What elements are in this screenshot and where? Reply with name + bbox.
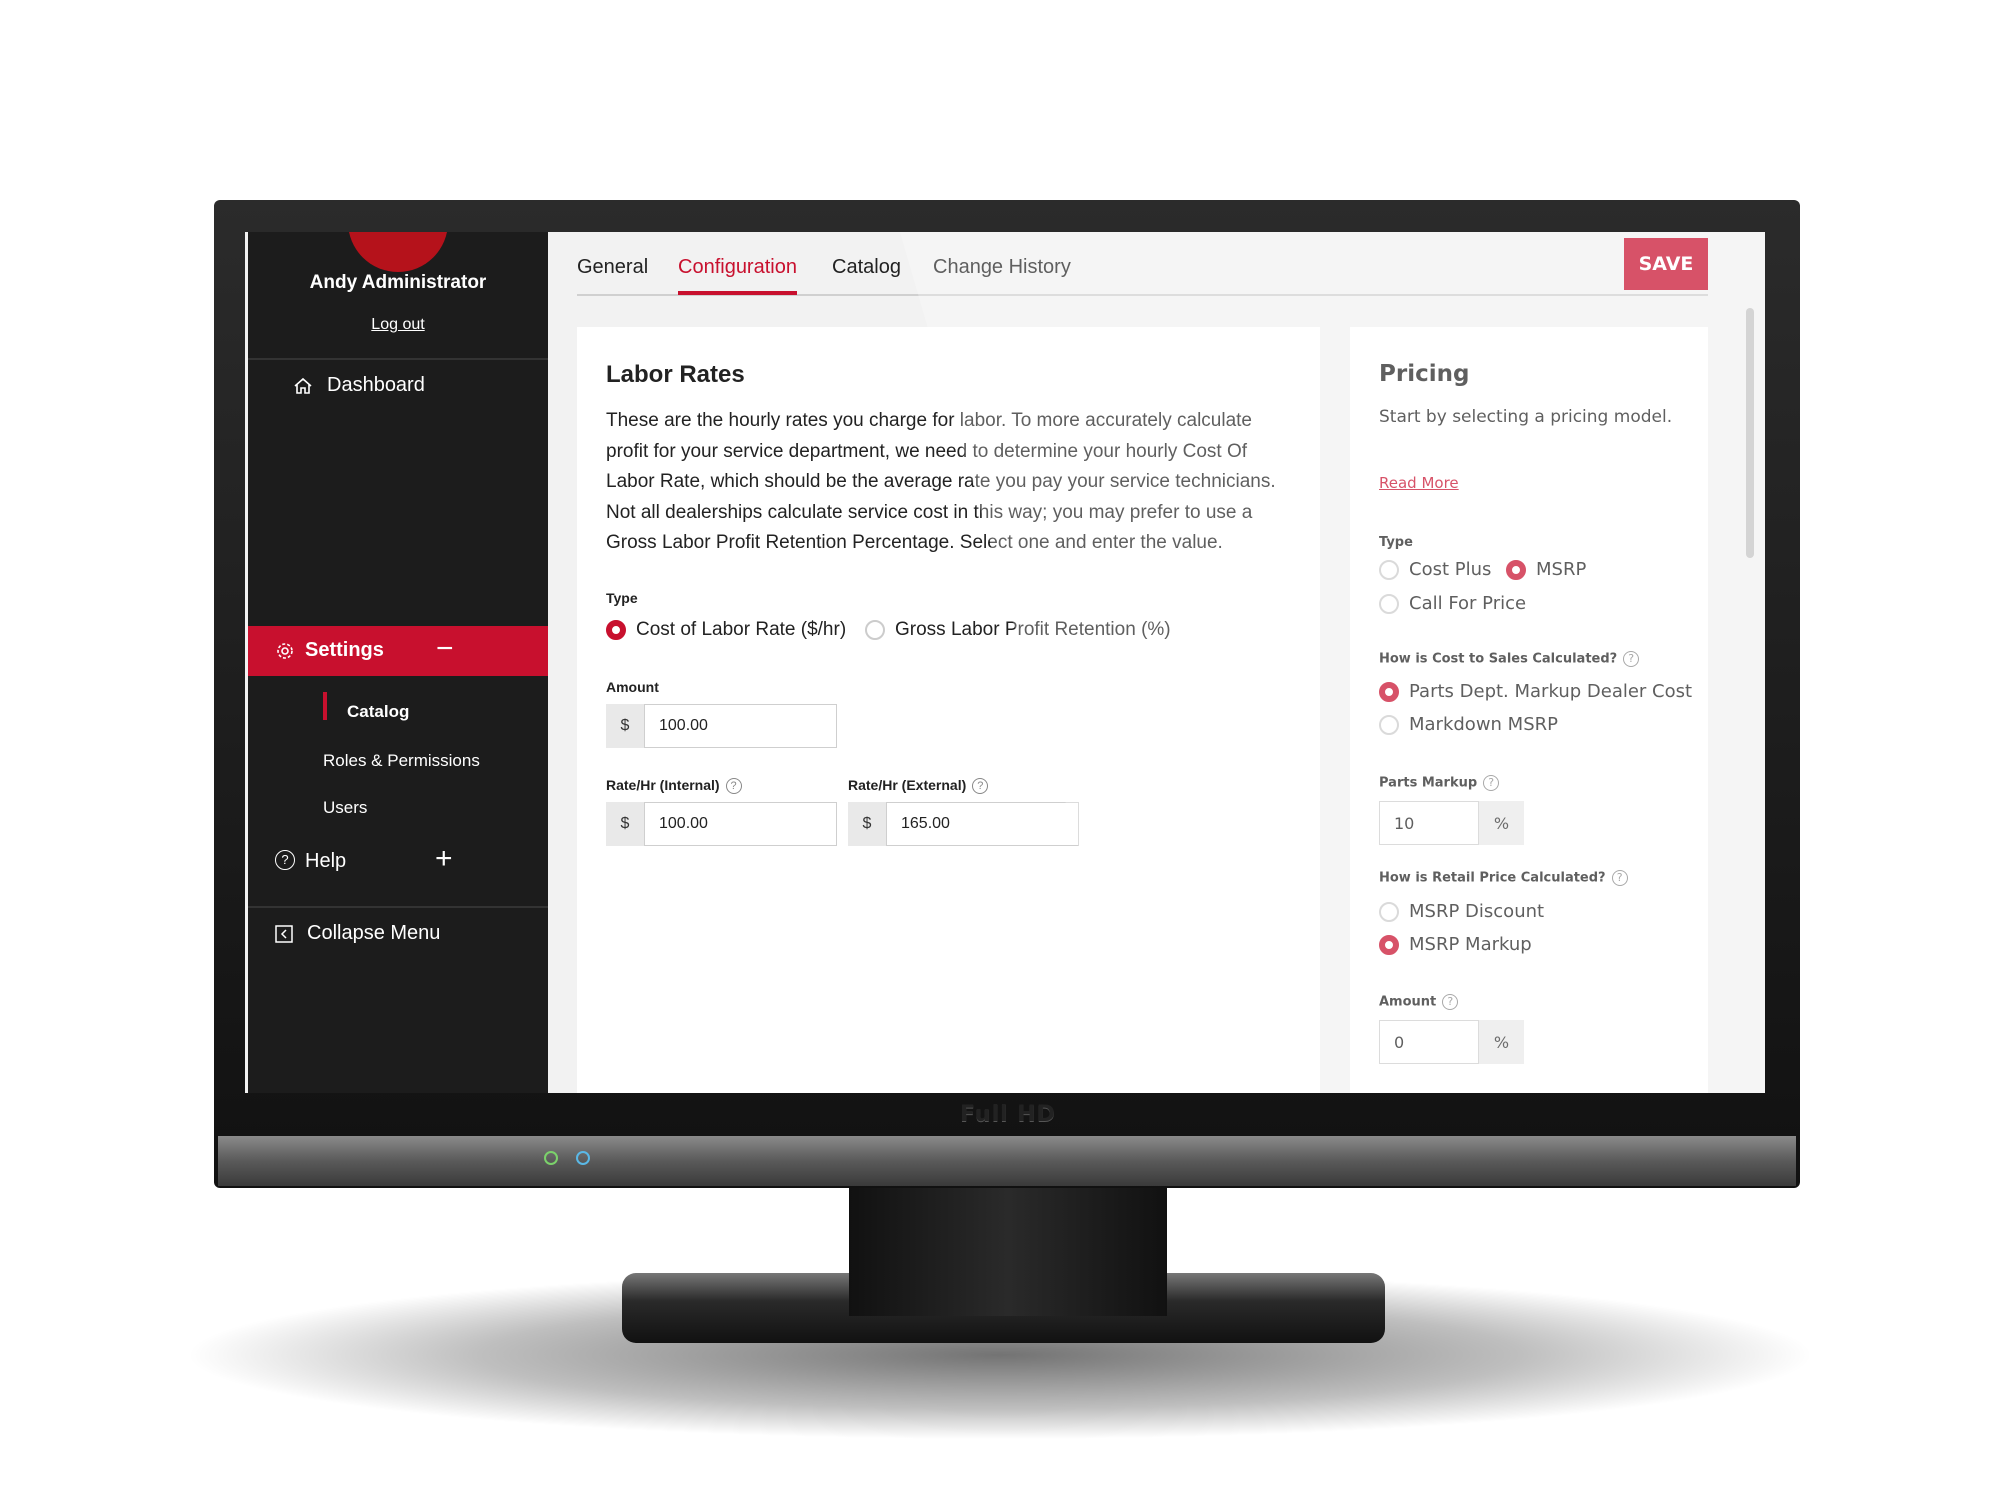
divider <box>248 906 548 908</box>
amount-label: Amount <box>606 679 659 695</box>
avatar[interactable] <box>348 232 448 272</box>
sidebar-item-label: Settings <box>305 639 384 661</box>
radio-cost-of-labor[interactable]: Cost of Labor Rate ($/hr) <box>606 619 846 641</box>
sidebar-item-label: Dashboard <box>327 374 425 396</box>
radio-label: Cost of Labor Rate ($/hr) <box>636 619 847 640</box>
amount-input[interactable]: 100.00 <box>644 704 837 748</box>
gear-icon <box>277 643 293 659</box>
currency-prefix: $ <box>848 802 886 846</box>
sidebar-subitem-users[interactable]: Users <box>323 798 367 818</box>
logout-link[interactable]: Log out <box>248 316 548 334</box>
monitor-neck <box>849 1186 1167 1316</box>
tab-configuration[interactable]: Configuration <box>678 256 797 295</box>
help-icon: ? <box>275 850 295 870</box>
collapse-settings-icon[interactable]: − <box>436 632 454 666</box>
collapse-menu-button[interactable]: Collapse Menu <box>275 922 440 945</box>
power-button-icon[interactable] <box>576 1151 590 1165</box>
monitor-chin <box>218 1136 1796 1186</box>
sidebar-subitem-catalog[interactable]: Catalog <box>347 702 409 722</box>
sidebar-item-help[interactable]: ? Help + <box>275 842 535 878</box>
currency-prefix: $ <box>606 802 644 846</box>
currency-prefix: $ <box>606 704 644 748</box>
sidebar-item-dashboard[interactable]: Dashboard <box>293 374 425 397</box>
tab-catalog[interactable]: Catalog <box>832 256 901 279</box>
sidebar-item-label: Help <box>305 850 347 872</box>
help-icon[interactable]: ? <box>972 778 989 795</box>
label-text: Rate/Hr (Internal) <box>606 777 720 793</box>
label-text: Rate/Hr (External) <box>848 777 967 793</box>
radio-icon <box>865 620 885 640</box>
radio-icon <box>606 620 626 640</box>
expand-help-icon[interactable]: + <box>435 842 453 876</box>
external-rate-input[interactable]: 165.00 <box>886 802 1079 846</box>
internal-rate-label: Rate/Hr (Internal)? <box>606 777 742 795</box>
active-indicator <box>323 692 327 720</box>
screen: Andy Administrator Log out Dashboard Set… <box>245 232 1765 1093</box>
home-icon <box>294 377 312 394</box>
sidebar: Andy Administrator Log out Dashboard Set… <box>248 232 548 1093</box>
help-icon[interactable]: ? <box>725 778 742 795</box>
external-rate-label: Rate/Hr (External)? <box>848 777 989 795</box>
sidebar-subitem-roles[interactable]: Roles & Permissions <box>323 751 480 771</box>
collapse-menu-label: Collapse Menu <box>307 922 441 944</box>
collapse-icon <box>275 924 293 943</box>
internal-rate-input[interactable]: 100.00 <box>644 802 837 846</box>
sidebar-item-settings[interactable]: Settings − <box>248 626 548 676</box>
full-hd-logo: Full HD <box>960 1102 1057 1127</box>
user-name: Andy Administrator <box>309 272 487 293</box>
divider <box>248 358 548 360</box>
type-label: Type <box>606 590 638 606</box>
tab-general[interactable]: General <box>577 256 648 279</box>
card-title: Labor Rates <box>606 361 745 388</box>
power-led-icon <box>544 1151 558 1165</box>
